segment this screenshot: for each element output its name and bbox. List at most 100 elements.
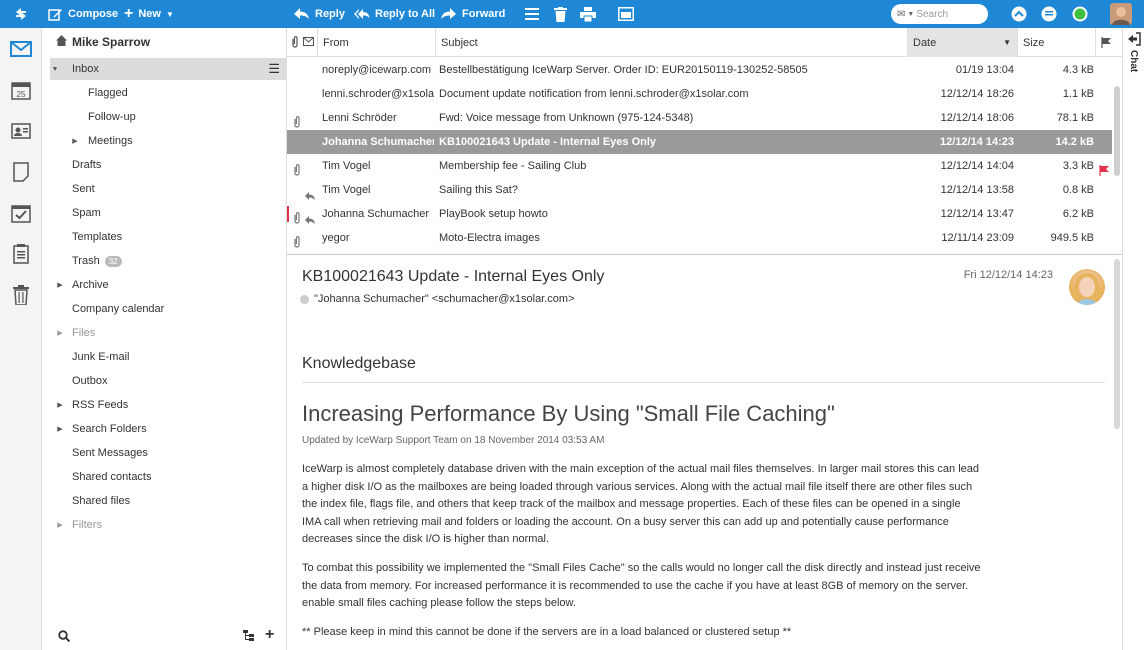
message-subject: Sailing this Sat? [439,184,518,196]
folder-trash[interactable]: Trash 32 [50,250,286,272]
folder-meetings[interactable]: ▶ Meetings [50,130,286,152]
reply-all-button[interactable]: Reply to All [353,0,435,28]
attachment-column-icon[interactable] [291,36,299,51]
notes-icon[interactable] [8,159,34,185]
chevron-right-icon[interactable]: ▶ [55,521,65,529]
article-title: Increasing Performance By Using "Small F… [302,401,835,426]
chat-toggle-icon[interactable] [1127,32,1141,49]
list-scrollbar[interactable] [1114,86,1120,176]
reading-pane: KB100021643 Update - Internal Eyes Only … [287,255,1122,650]
message-row-selected[interactable]: Johanna Schumacher KB100021643 Update - … [287,130,1112,154]
sender-avatar[interactable] [1069,269,1105,305]
message-date: 12/12/14 13:47 [940,208,1014,220]
forward-button[interactable]: Forward [440,0,505,28]
message-date: 12/11/14 23:09 [941,232,1014,244]
message-subject: Membership fee - Sailing Club [439,160,587,172]
from-column-header[interactable]: From [317,28,435,57]
mail-icon: ✉ [897,8,906,20]
chevron-right-icon[interactable]: ▶ [55,281,65,289]
add-folder-icon[interactable]: + [265,626,274,644]
folder-outbox[interactable]: Outbox [50,370,286,392]
folder-shared-contacts[interactable]: Shared contacts [50,466,286,488]
compose-button[interactable]: Compose [48,0,118,28]
divider [302,382,1105,383]
forward-label: Forward [462,8,506,20]
folder-templates[interactable]: Templates [50,226,286,248]
chevron-down-icon[interactable]: ▼ [50,66,60,73]
flag-column-header[interactable] [1095,28,1122,57]
preview-sender[interactable]: "Johanna Schumacher" <schumacher@x1solar… [300,293,575,305]
menu-icon[interactable]: ☰ [268,61,280,77]
tasks-icon[interactable] [8,200,34,226]
online-status-icon[interactable] [1071,0,1089,28]
message-from: Tim Vogel [322,184,371,196]
search-icon[interactable] [58,630,71,645]
message-list: From Subject Date ▼ Size noreply@icewarp.… [287,28,1122,255]
message-row[interactable]: noreply@icewarp.com Bestellbestätigung I… [287,58,1112,82]
print-icon[interactable] [577,0,599,28]
message-row[interactable]: yegor Moto-Electra images 12/11/14 23:09… [287,226,1112,250]
trash-module-icon[interactable] [8,282,34,308]
messages-icon[interactable] [1040,0,1058,28]
chevron-right-icon[interactable]: ▶ [55,401,65,409]
folder-inbox[interactable]: ▼ Inbox ☰ [50,58,286,80]
chevron-down-icon: ▼ [907,10,915,18]
folder-junk-email[interactable]: Junk E-mail [50,346,286,368]
trash-icon[interactable] [550,0,570,28]
user-avatar[interactable] [1108,0,1134,28]
message-row[interactable]: Tim Vogel Membership fee - Sailing Club … [287,154,1112,178]
search-input[interactable]: Search [916,9,948,20]
status-away-icon[interactable] [1010,0,1028,28]
folder-spam[interactable]: Spam [50,202,286,224]
folder-company-calendar[interactable]: Company calendar [50,298,286,320]
message-row[interactable]: Johanna Schumacher PlayBook setup howto … [287,202,1112,226]
list-menu-icon[interactable] [522,0,542,28]
preview-subject: KB100021643 Update - Internal Eyes Only [302,268,605,285]
reply-button[interactable]: Reply [293,0,345,28]
journal-icon[interactable] [8,241,34,267]
chevron-right-icon[interactable]: ▶ [55,329,65,337]
message-subject: Bestellbestätigung IceWarp Server. Order… [439,64,808,76]
chevron-right-icon[interactable]: ▶ [55,425,65,433]
unread-count-badge: 32 [104,255,122,267]
size-column-header[interactable]: Size [1017,28,1095,57]
mail-status-column-icon[interactable] [303,37,314,49]
subject-column-header[interactable]: Subject [435,28,907,57]
search-box[interactable]: ✉ ▼ Search [891,4,988,24]
sync-icon[interactable] [10,0,32,28]
view-layout-icon[interactable] [615,0,637,28]
folder-sent[interactable]: Sent [50,178,286,200]
chat-sidebar[interactable]: Chat [1122,28,1144,650]
attachment-icon [293,233,317,257]
folder-shared-files[interactable]: Shared files [50,490,286,512]
account-header[interactable]: Mike Sparrow [56,34,150,50]
chat-label: Chat [1128,50,1139,73]
message-from: Lenni Schröder [322,112,397,124]
section-heading: Knowledgebase [302,355,416,372]
folder-rss-feeds[interactable]: ▶ RSS Feeds [50,394,286,416]
message-from: lenni.schroder@x1solar.c [322,88,434,100]
folder-files[interactable]: ▶ Files [50,322,286,344]
message-row[interactable]: lenni.schroder@x1solar.c Document update… [287,82,1112,106]
reading-pane-scrollbar[interactable] [1114,259,1120,429]
folder-filters[interactable]: ▶ Filters [50,514,286,536]
folder-drafts[interactable]: Drafts [50,154,286,176]
folder-flagged[interactable]: Flagged [50,82,286,104]
folder-label: RSS Feeds [72,399,129,411]
contacts-icon[interactable] [8,118,34,144]
chevron-right-icon[interactable]: ▶ [70,137,80,145]
folder-sent-messages[interactable]: Sent Messages [50,442,286,464]
mail-module-icon[interactable] [8,36,34,62]
message-row[interactable]: Tim Vogel Sailing this Sat? 12/12/14 13:… [287,178,1112,202]
message-row[interactable]: Lenni Schröder Fwd: Voice message from U… [287,106,1112,130]
folder-label: Shared contacts [72,471,152,483]
folder-search-folders[interactable]: ▶ Search Folders [50,418,286,440]
article-meta: Updated by IceWarp Support Team on 18 No… [302,435,605,446]
date-column-header[interactable]: Date ▼ [907,28,1017,57]
folder-tree-icon[interactable] [243,630,255,645]
folder-label: Templates [72,231,123,243]
new-button[interactable]: + New ▼ [124,0,174,28]
folder-archive[interactable]: ▶ Archive [50,274,286,296]
calendar-icon[interactable]: 25 [8,77,34,103]
folder-follow-up[interactable]: Follow-up [50,106,286,128]
